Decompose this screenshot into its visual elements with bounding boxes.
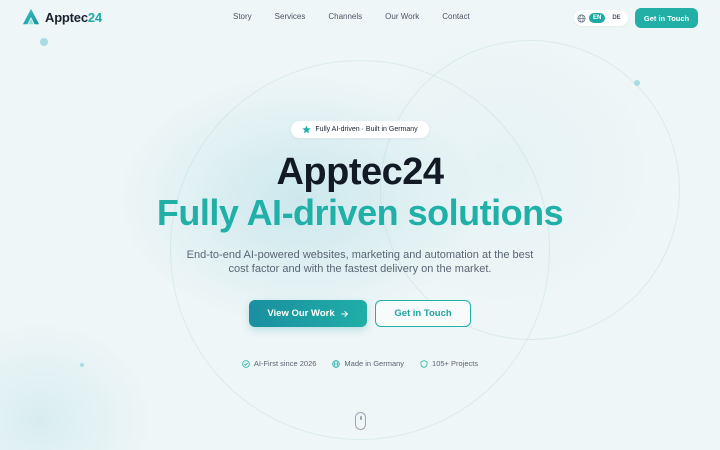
feature-label: 105+ Projects: [432, 359, 479, 368]
header-get-in-touch-button[interactable]: Get in Touch: [635, 8, 698, 28]
nav-link-channels[interactable]: Channels: [328, 12, 362, 21]
feature-label: Made in Germany: [344, 359, 405, 368]
language-option-de[interactable]: DE: [608, 13, 624, 23]
logo-mark-icon: [22, 8, 40, 25]
scroll-indicator[interactable]: [355, 412, 366, 430]
hero-title: Apptec24: [276, 151, 444, 193]
shield-icon: [420, 359, 428, 368]
nav-link-story[interactable]: Story: [233, 12, 252, 21]
globe-icon: [577, 13, 586, 23]
feature-label: AI-First since 2026: [253, 359, 317, 368]
feature-item: Made in Germany: [332, 359, 404, 368]
get-in-touch-button[interactable]: Get in Touch: [375, 300, 471, 327]
arrow-right-icon: [340, 310, 348, 317]
hero-badge: Fully AI-driven · Built in Germany: [291, 121, 429, 138]
hero-subtitle: Fully AI-driven solutions: [156, 192, 564, 233]
nav-link-services[interactable]: Services: [275, 12, 306, 21]
check-circle-icon: [242, 359, 250, 368]
nav-link-contact[interactable]: Contact: [442, 12, 470, 21]
view-our-work-label: View Our Work: [267, 308, 335, 319]
brand-name: Apptec24: [45, 9, 102, 25]
top-navigation: Apptec24 Story Services Channels Our Wor…: [0, 0, 720, 36]
view-our-work-button[interactable]: View Our Work: [249, 300, 367, 327]
feature-item: AI-First since 2026: [242, 359, 317, 368]
globe-icon: [332, 359, 341, 368]
language-option-en[interactable]: EN: [589, 13, 606, 23]
star-icon: [302, 125, 311, 134]
nav-links: Story Services Channels Our Work Contact: [233, 12, 493, 21]
badge-text: Fully AI-driven · Built in Germany: [315, 126, 418, 133]
scroll-indicator-wheel: [360, 416, 362, 420]
feature-item: 105+ Projects: [420, 359, 478, 368]
hero-description: End-to-end AI-powered websites, marketin…: [186, 249, 534, 275]
logo[interactable]: Apptec24: [22, 8, 102, 26]
decorative-dot: [40, 38, 48, 46]
nav-link-our-work[interactable]: Our Work: [385, 12, 419, 21]
decorative-dot: [634, 80, 640, 86]
language-switcher: EN DE: [574, 10, 628, 26]
feature-list: AI-First since 2026 Made in Germany 105+…: [0, 359, 720, 368]
